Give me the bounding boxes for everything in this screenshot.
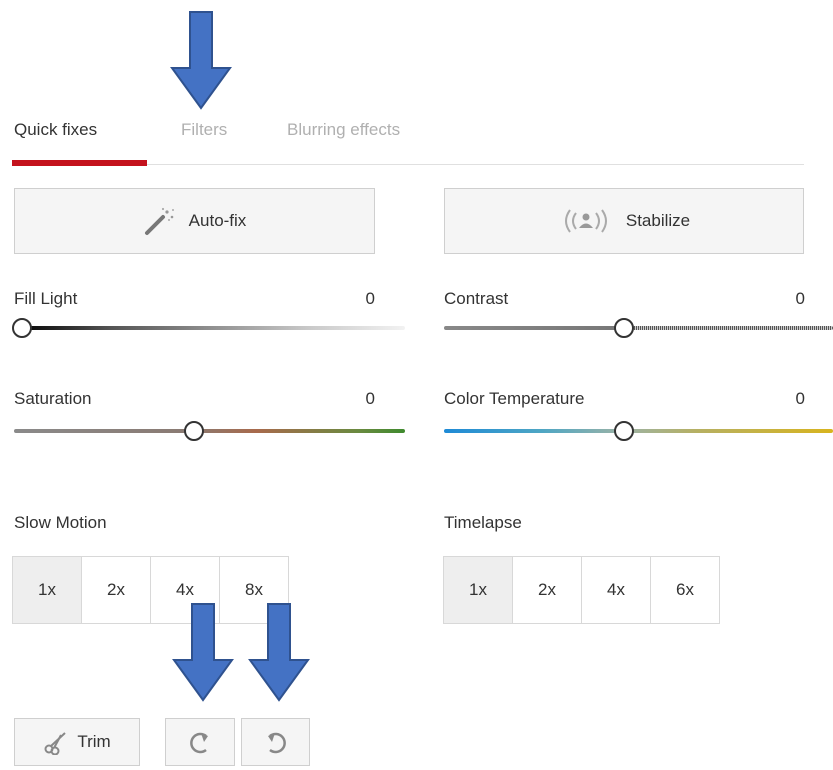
timelapse-option-2x[interactable]: 2x	[513, 557, 582, 623]
color-temperature-slider-thumb[interactable]	[614, 421, 634, 441]
magic-wand-icon	[143, 206, 177, 236]
saturation-slider-thumb[interactable]	[184, 421, 204, 441]
fill-light-slider-track[interactable]	[14, 326, 405, 330]
trim-button[interactable]: Trim	[14, 718, 140, 766]
stabilize-button[interactable]: Stabilize	[444, 188, 804, 254]
tab-blurring-effects[interactable]: Blurring effects	[287, 120, 400, 140]
rotate-right-icon	[185, 727, 215, 757]
rotate-left-button[interactable]	[241, 718, 310, 766]
timelapse-option-6x[interactable]: 6x	[651, 557, 719, 623]
slow-motion-label: Slow Motion	[14, 513, 107, 532]
slow-motion-option-1x[interactable]: 1x	[13, 557, 82, 623]
annotation-arrow-down-icon	[172, 603, 234, 702]
timelapse-selector: 1x 2x 4x 6x	[443, 556, 720, 624]
saturation-value: 0	[365, 389, 375, 408]
saturation-label: Saturation	[14, 389, 92, 408]
annotation-arrow-down-icon	[248, 603, 310, 702]
contrast-slider-track[interactable]	[444, 326, 833, 330]
timelapse-option-1x[interactable]: 1x	[444, 557, 513, 623]
rotate-right-button[interactable]	[165, 718, 235, 766]
trim-label: Trim	[77, 732, 111, 751]
slow-motion-option-2x[interactable]: 2x	[82, 557, 151, 623]
contrast-value: 0	[795, 289, 805, 308]
auto-fix-label: Auto-fix	[188, 211, 247, 230]
color-temperature-value: 0	[795, 389, 805, 408]
stabilize-icon	[558, 206, 614, 236]
active-tab-indicator	[12, 160, 147, 166]
scissors-icon	[43, 729, 69, 755]
fill-light-slider-thumb[interactable]	[12, 318, 32, 338]
tab-quick-fixes[interactable]: Quick fixes	[14, 120, 97, 140]
contrast-slider-thumb[interactable]	[614, 318, 634, 338]
fill-light-value: 0	[365, 289, 375, 308]
contrast-label: Contrast	[444, 289, 509, 308]
saturation-slider-track[interactable]	[14, 429, 405, 433]
color-temperature-slider-track[interactable]	[444, 429, 833, 433]
timelapse-label: Timelapse	[444, 513, 522, 532]
stabilize-label: Stabilize	[625, 211, 691, 230]
color-temperature-label: Color Temperature	[444, 389, 585, 408]
timelapse-option-4x[interactable]: 4x	[582, 557, 651, 623]
annotation-arrow-down-icon	[170, 11, 232, 110]
fill-light-label: Fill Light	[14, 289, 78, 308]
rotate-left-icon	[261, 727, 291, 757]
tab-bar: Quick fixes Filters Blurring effects	[0, 0, 833, 170]
auto-fix-button[interactable]: Auto-fix	[14, 188, 375, 254]
tab-filters[interactable]: Filters	[181, 120, 227, 140]
